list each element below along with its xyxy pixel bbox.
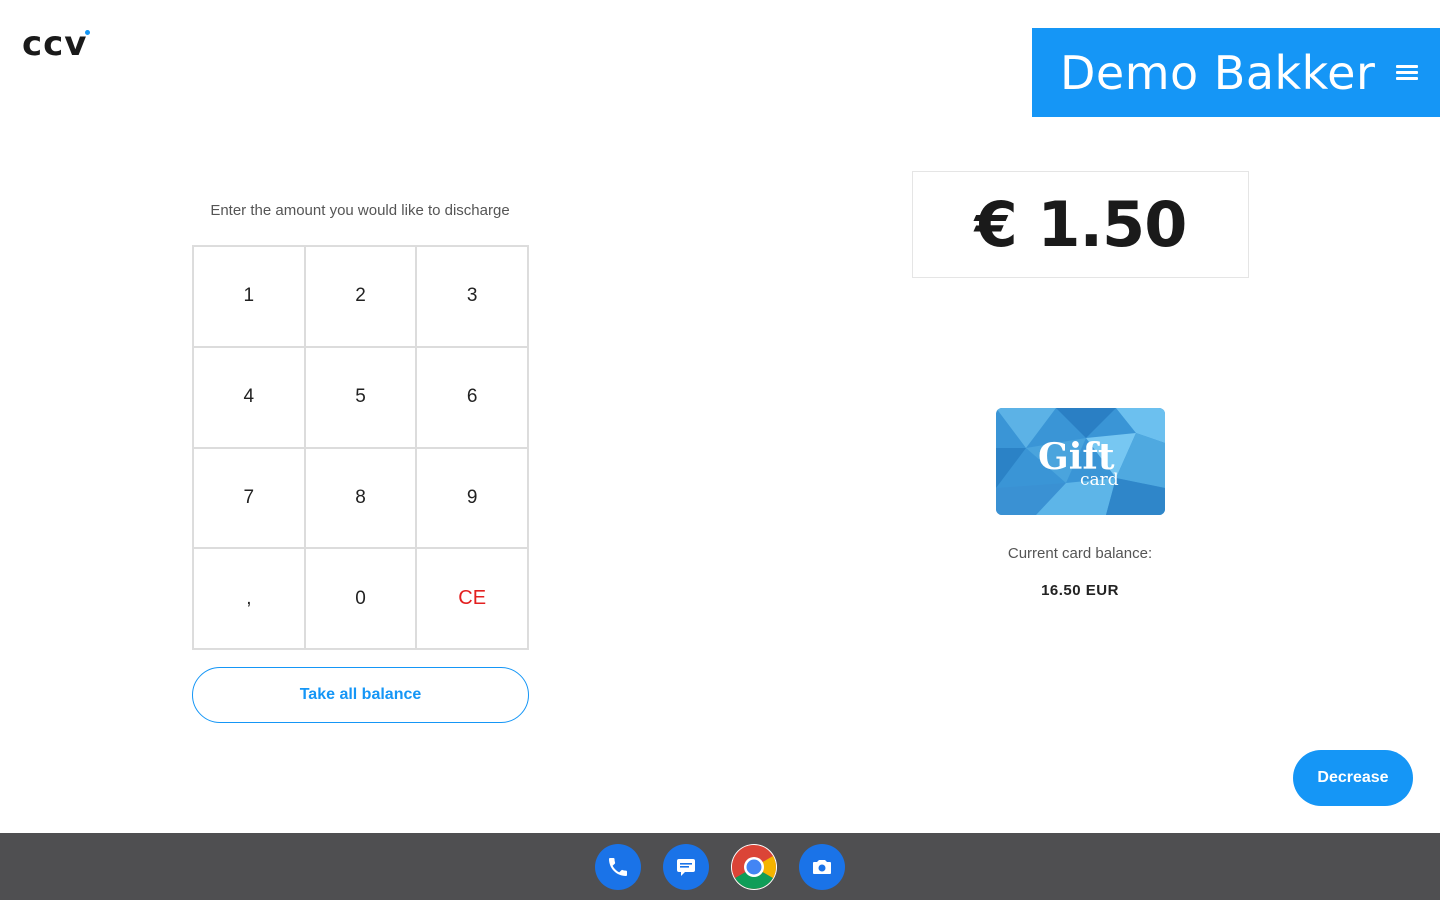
balance-label: Current card balance:: [1007, 545, 1153, 562]
key-clear-entry[interactable]: CE: [416, 548, 528, 649]
key-0[interactable]: 0: [304, 548, 417, 649]
chrome-icon[interactable]: [731, 843, 777, 890]
messages-icon[interactable]: [663, 843, 709, 890]
camera-icon[interactable]: [799, 843, 845, 890]
merchant-header: Demo Bakker: [1032, 28, 1440, 117]
logo-text: CCV: [22, 24, 88, 64]
key-8[interactable]: 8: [304, 447, 417, 549]
key-1[interactable]: 1: [193, 246, 305, 347]
key-comma[interactable]: ,: [193, 548, 305, 649]
hamburger-menu-icon[interactable]: [1396, 65, 1418, 81]
discharge-prompt: Enter the amount you would like to disch…: [210, 202, 510, 219]
taskbar: [0, 833, 1440, 900]
amount-display: € 1.50: [912, 171, 1249, 278]
gift-card-subtitle: card: [1080, 470, 1119, 490]
take-all-balance-button[interactable]: Take all balance: [192, 667, 529, 723]
numeric-keypad: 1 2 3 4 5 6 7 8 9 , 0 CE: [192, 245, 529, 650]
key-2[interactable]: 2: [304, 246, 417, 347]
ccv-logo: CCV: [22, 24, 92, 64]
key-7[interactable]: 7: [193, 447, 305, 549]
key-5[interactable]: 5: [304, 346, 417, 448]
balance-value: 16.50 EUR: [1041, 582, 1119, 599]
key-9[interactable]: 9: [416, 447, 528, 549]
key-6[interactable]: 6: [416, 346, 528, 448]
app-window: CCV Demo Bakker Enter the amount you wou…: [0, 0, 1440, 833]
key-3[interactable]: 3: [416, 246, 528, 347]
key-4[interactable]: 4: [193, 346, 305, 448]
logo-dot: [85, 29, 91, 35]
phone-icon[interactable]: [595, 843, 641, 890]
amount-value: € 1.50: [974, 188, 1188, 261]
gift-card-image: Gift card: [996, 408, 1165, 515]
decrease-button[interactable]: Decrease: [1293, 750, 1413, 806]
merchant-name: Demo Bakker: [1060, 45, 1376, 100]
